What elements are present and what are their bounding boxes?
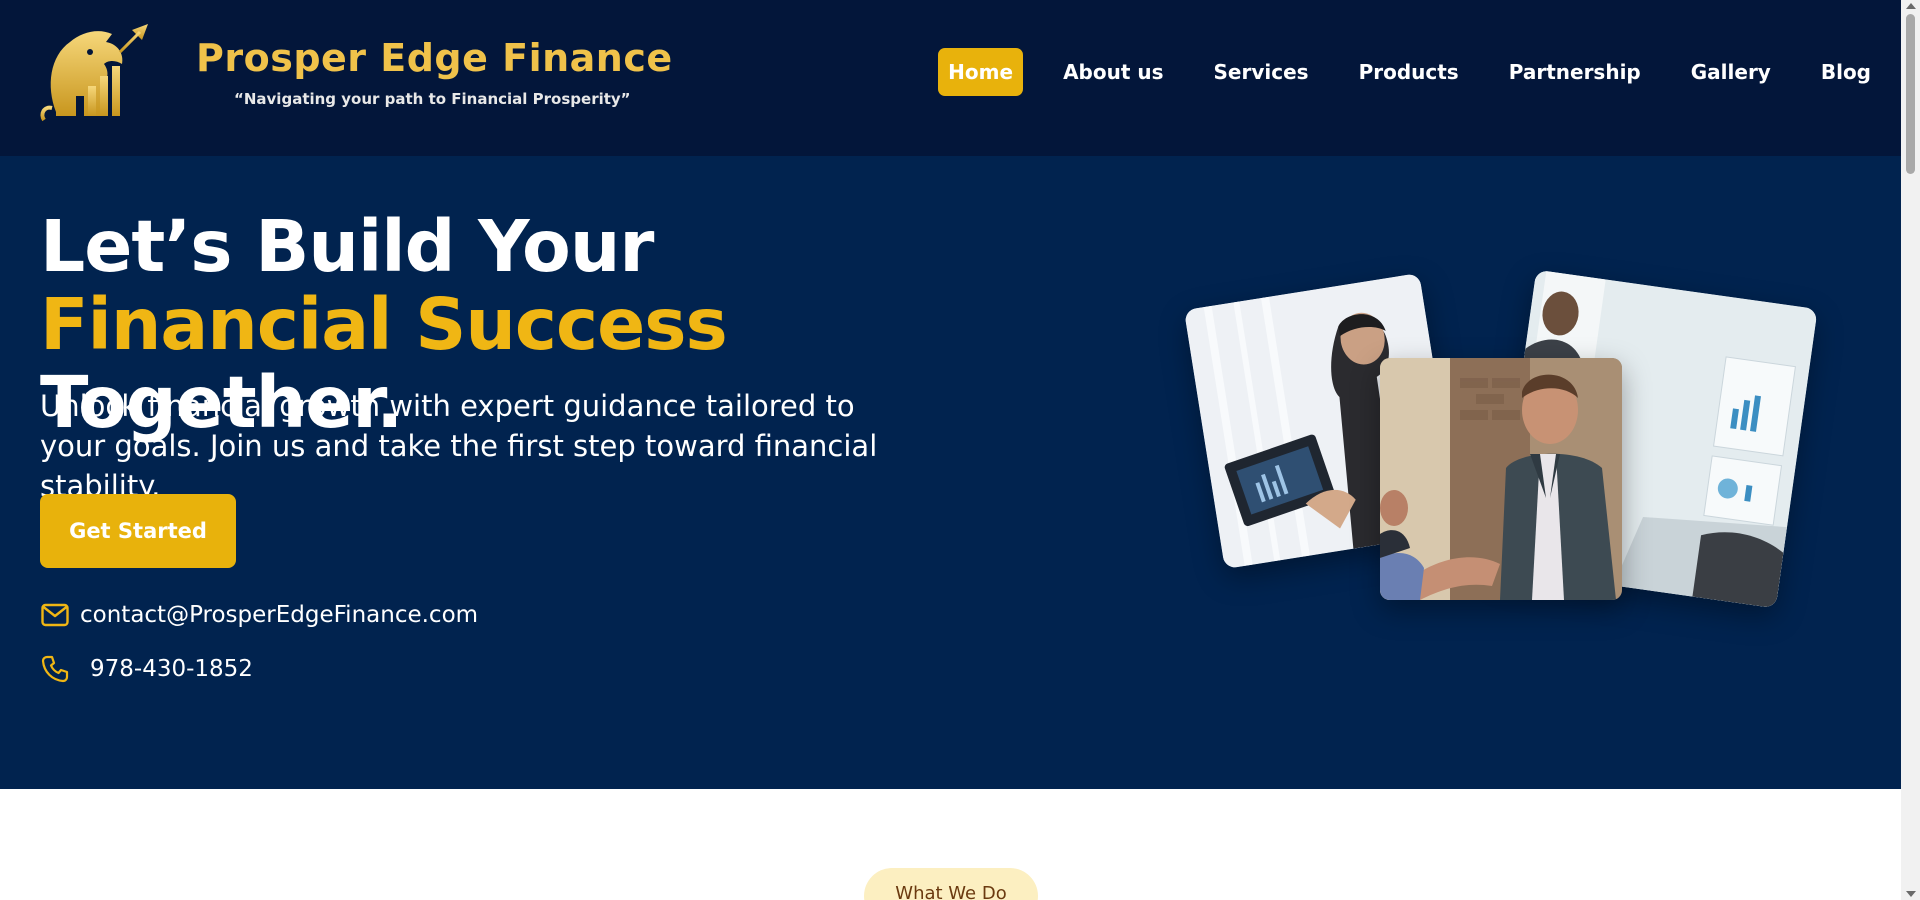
contact-email-row[interactable]: contact@ProsperEdgeFinance.com bbox=[40, 600, 478, 630]
contact-email[interactable]: contact@ProsperEdgeFinance.com bbox=[80, 602, 478, 628]
business-handshake-photo bbox=[1380, 358, 1622, 600]
scroll-down-arrow-icon[interactable] bbox=[1906, 891, 1916, 897]
nav-item-about-us[interactable]: About us bbox=[1053, 48, 1173, 96]
page-scrollbar[interactable] bbox=[1901, 0, 1920, 900]
scrollbar-thumb[interactable] bbox=[1906, 14, 1915, 174]
site-header: Prosper Edge Finance “Navigating your pa… bbox=[0, 0, 1901, 156]
hero-section: Let’s Build Your Financial Success Toget… bbox=[0, 156, 1901, 789]
hero-title-accent: Financial Success bbox=[40, 283, 728, 366]
hero-title-part1: Let’s Build Your bbox=[40, 205, 654, 288]
main-nav: Home About us Services Products Partners… bbox=[908, 48, 1881, 96]
nav-item-products[interactable]: Products bbox=[1349, 48, 1469, 96]
contact-phone-row[interactable]: 978-430-1852 bbox=[40, 654, 253, 684]
brand-name: Prosper Edge Finance bbox=[196, 36, 673, 80]
contact-phone[interactable]: 978-430-1852 bbox=[90, 656, 253, 682]
nav-item-services[interactable]: Services bbox=[1204, 48, 1319, 96]
get-started-button[interactable]: Get Started bbox=[40, 494, 236, 568]
nav-item-blog[interactable]: Blog bbox=[1811, 48, 1881, 96]
section-badge-what-we-do: What We Do bbox=[864, 868, 1038, 900]
nav-item-partnership[interactable]: Partnership bbox=[1499, 48, 1651, 96]
mail-icon bbox=[40, 600, 70, 630]
brand-tagline: “Navigating your path to Financial Prosp… bbox=[234, 90, 631, 108]
hero-subtitle: Unlock financial growth with expert guid… bbox=[40, 389, 878, 503]
lion-chart-logo-icon[interactable] bbox=[36, 16, 152, 128]
scroll-up-arrow-icon[interactable] bbox=[1906, 3, 1916, 9]
nav-item-gallery[interactable]: Gallery bbox=[1681, 48, 1781, 96]
nav-item-home[interactable]: Home bbox=[938, 48, 1024, 96]
phone-icon bbox=[40, 654, 70, 684]
